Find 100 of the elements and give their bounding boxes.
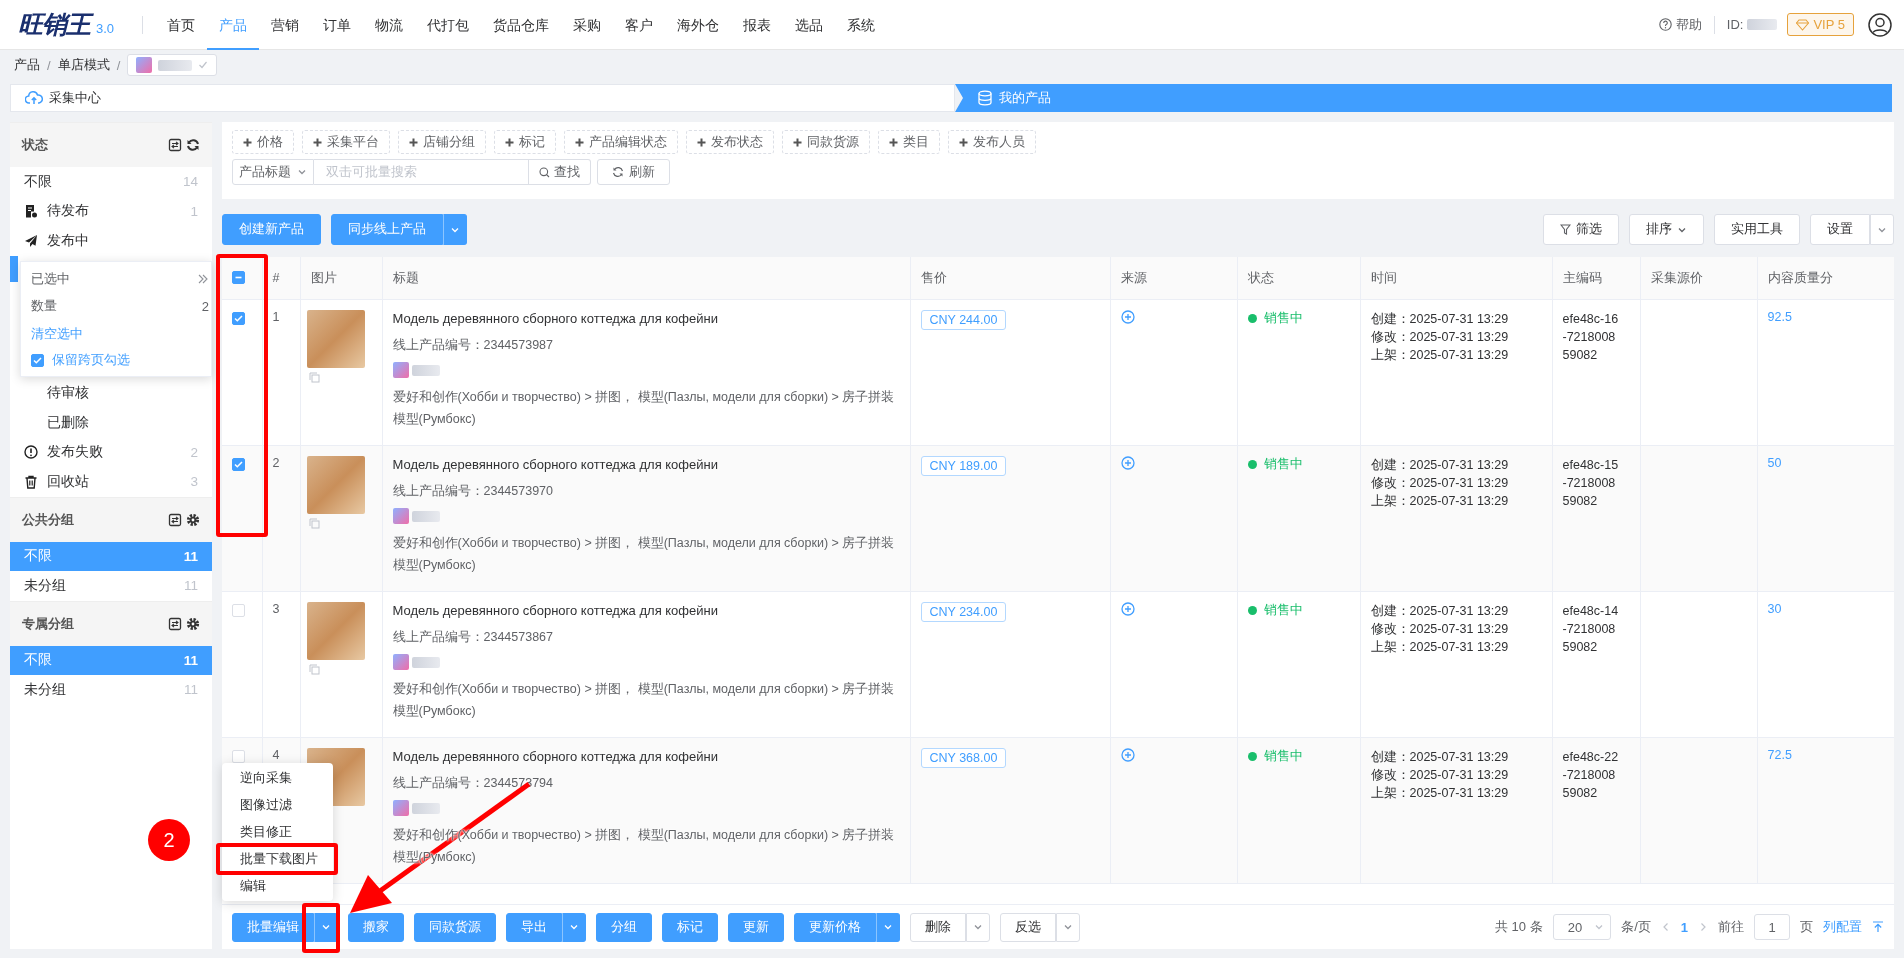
price-tag: CNY 368.00 <box>920 748 1007 768</box>
filter-chip[interactable]: 发布人员 <box>948 130 1036 154</box>
status-text: 销售中 <box>1263 602 1303 619</box>
column-header: 标题 <box>392 270 419 285</box>
status-dot <box>1247 314 1257 323</box>
search-field[interactable]: 双击可批量搜索 <box>314 159 529 185</box>
timestamp: 修改：2025-07-31 13:29 <box>1370 329 1510 346</box>
store-selector[interactable] <box>127 54 218 76</box>
sidebar-item[interactable]: 待发布 1 <box>10 196 212 226</box>
item-count: 14 <box>182 174 198 190</box>
nav-tab[interactable]: 代打包 <box>415 0 482 50</box>
sidebar-item[interactable]: 待审核 <box>10 378 212 408</box>
diamond-icon <box>1796 18 1810 31</box>
check-icon <box>234 314 243 323</box>
page-size-select[interactable]: 20 <box>1552 914 1612 940</box>
sidebar-item[interactable]: 已删除 <box>10 408 212 438</box>
section-title: 专属分组 <box>22 614 75 633</box>
menu-item[interactable]: 批量下载图片 <box>216 843 338 875</box>
search-button[interactable]: 查找 <box>529 159 591 185</box>
dropdown-toggle[interactable] <box>562 912 586 942</box>
search-icon <box>539 166 550 178</box>
filter-chip[interactable]: 价格 <box>232 130 294 154</box>
breadcrumb-separator: / <box>116 57 121 73</box>
help-link[interactable]: 帮助 <box>1658 15 1702 34</box>
filter-chip[interactable]: 类目 <box>878 130 940 154</box>
menu-item[interactable]: 编辑 <box>222 875 333 897</box>
nav-tab[interactable]: 报表 <box>731 0 784 50</box>
nav-tab[interactable]: 客户 <box>613 0 666 50</box>
breadcrumb-link[interactable]: 单店模式 <box>57 56 110 74</box>
toolbar-button[interactable]: 实用工具 <box>1714 214 1800 245</box>
sidebar-item[interactable]: 不限 14 <box>10 167 212 197</box>
redacted-store-name <box>158 59 193 71</box>
menu-item[interactable]: 类目修正 <box>222 821 333 843</box>
filter-chip[interactable]: 产品编辑状态 <box>564 130 678 154</box>
menu-item[interactable]: 逆向采集 <box>222 767 333 789</box>
dropdown-toggle[interactable] <box>443 214 467 245</box>
column-header: 状态 <box>1247 270 1274 285</box>
toolbar-button[interactable]: 排序 <box>1629 214 1704 245</box>
dropdown-toggle[interactable] <box>314 912 338 942</box>
toolbar-button[interactable]: 设置 <box>1810 214 1870 245</box>
batch-action-button[interactable]: 反选 <box>1000 912 1056 942</box>
caret-icon <box>321 922 331 932</box>
sidebar-item[interactable]: 未分组 11 <box>10 571 212 601</box>
column-header: 图片 <box>310 270 337 285</box>
redacted-id-block <box>1747 19 1778 30</box>
row-checkbox[interactable] <box>232 458 245 471</box>
price-tag: CNY 234.00 <box>920 602 1007 622</box>
product-code: efe48c-22-721800859082 <box>1562 749 1620 802</box>
search-field-select[interactable]: 产品标题 <box>232 159 314 185</box>
batch-action-button[interactable]: 删除 <box>910 912 966 942</box>
nav-tab[interactable]: 首页 <box>155 0 208 50</box>
sidebar-item[interactable]: 未分组 11 <box>10 675 212 705</box>
refresh-button[interactable]: 刷新 <box>597 159 670 185</box>
filter-chip[interactable]: 店铺分组 <box>398 130 486 154</box>
nav-tab[interactable]: 系统 <box>835 0 888 50</box>
status-text: 销售中 <box>1263 310 1303 327</box>
copy-icon <box>308 664 320 675</box>
filter-chip[interactable]: 同款货源 <box>782 130 870 154</box>
nav-tab[interactable]: 采购 <box>561 0 614 50</box>
gear-icon <box>186 512 200 527</box>
database-icon <box>977 90 993 106</box>
plus-icon <box>889 137 898 147</box>
blurred-store-logo <box>392 654 409 670</box>
sidebar-item[interactable]: 回收站 3 <box>10 467 212 497</box>
back-to-top-icon <box>1872 921 1884 933</box>
count-label: 数量 <box>30 297 58 315</box>
checkbox[interactable] <box>30 353 44 367</box>
nav-tab[interactable]: 选品 <box>783 0 836 50</box>
photo-placeholder <box>306 456 365 514</box>
filter-chip[interactable]: 采集平台 <box>302 130 390 154</box>
column-header: 售价 <box>920 270 947 285</box>
section-title: 公共分组 <box>22 510 75 529</box>
paper-plane-icon <box>24 233 38 248</box>
select-all-checkbox[interactable] <box>232 271 245 284</box>
breadcrumb-link[interactable]: 产品 <box>14 56 40 74</box>
plus-icon <box>243 137 252 147</box>
nav-tab[interactable]: 营销 <box>259 0 312 50</box>
step-tab[interactable]: 采集中心 <box>10 84 955 112</box>
plus-icon <box>697 137 706 147</box>
price-tag: CNY 244.00 <box>920 310 1007 330</box>
dropdown-toggle[interactable] <box>876 912 900 942</box>
toolbar-button[interactable]: 筛选 <box>1543 214 1619 245</box>
filter-chip[interactable]: 发布状态 <box>686 130 774 154</box>
filter-chip[interactable]: 标记 <box>494 130 556 154</box>
add-circle-icon <box>1120 456 1135 470</box>
item-count: 2 <box>190 444 198 460</box>
nav-tab[interactable]: 货品仓库 <box>481 0 562 50</box>
nav-tab[interactable]: 海外仓 <box>665 0 732 50</box>
page-input[interactable]: 1 <box>1754 914 1790 940</box>
plus-icon <box>959 137 968 147</box>
sidebar-item[interactable]: 发布失败 2 <box>10 437 212 467</box>
vip-badge: VIP 5 <box>1787 13 1854 36</box>
nav-tab[interactable]: 物流 <box>363 0 416 50</box>
id-label: ID: <box>1726 17 1744 32</box>
help-icon <box>1658 18 1672 31</box>
nav-tab[interactable]: 订单 <box>311 0 364 50</box>
menu-item[interactable]: 图像过滤 <box>222 794 333 816</box>
copy-icon <box>308 518 320 529</box>
row-checkbox[interactable] <box>232 312 245 325</box>
sidebar-item[interactable]: 发布中 <box>10 226 212 256</box>
